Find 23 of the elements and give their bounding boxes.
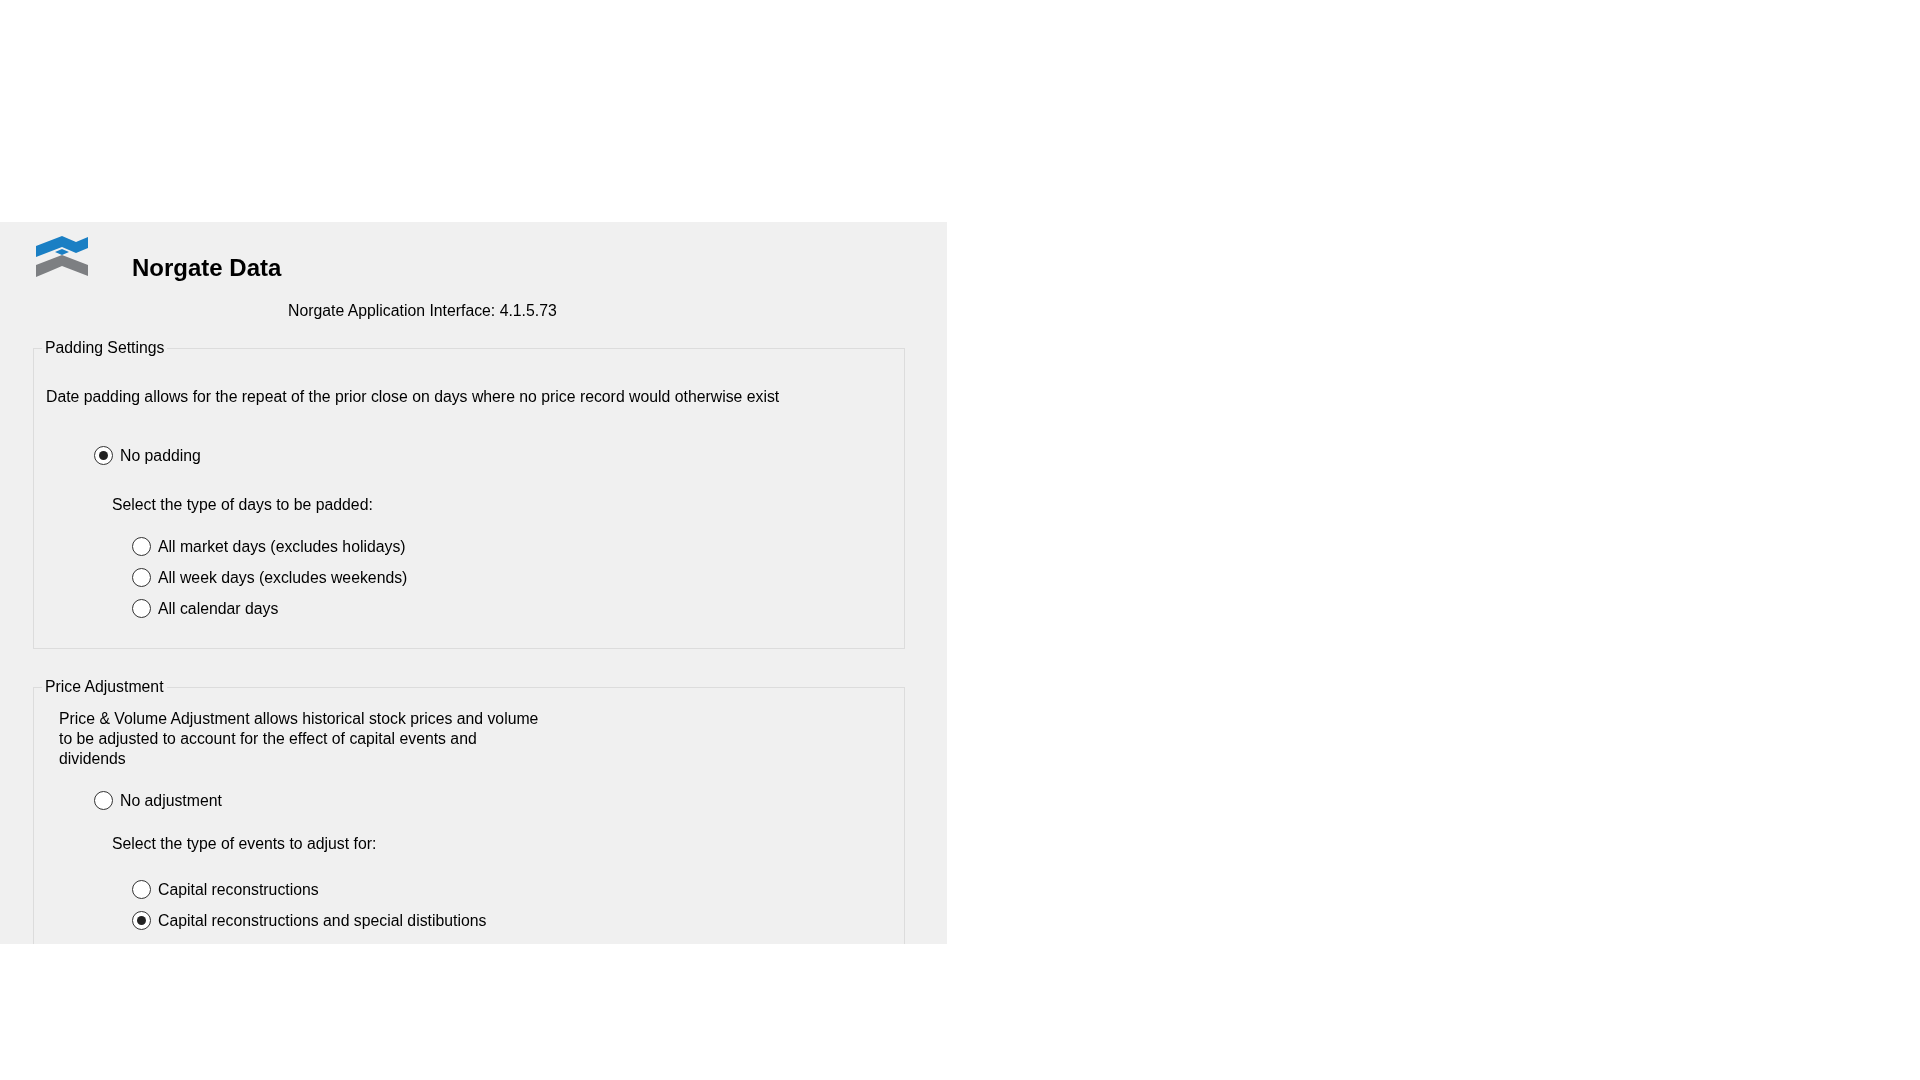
radio-label[interactable]: Capital reconstructions and special distibutions: [158, 911, 487, 930]
description-text: Date padding allows for the repeat of the prior close on days where no price record would otherwise exist: [46, 387, 781, 407]
radio-button[interactable]: [132, 568, 151, 587]
radio-button[interactable]: [132, 911, 151, 930]
options-label: Select the type of events to adjust for:: [112, 835, 378, 853]
radio-button[interactable]: [94, 791, 113, 810]
group-title: Padding Settings: [42, 339, 168, 357]
radio-button[interactable]: [132, 599, 151, 618]
radio-button[interactable]: [132, 537, 151, 556]
radio-label[interactable]: Capital reconstructions: [158, 880, 319, 899]
description-text: Price & Volume Adjustment allows historical stock prices and volume to be adjusted to account for the effect of capital events and dividends: [59, 709, 539, 769]
version-text: Norgate Application Interface: 4.1.5.73: [288, 302, 557, 320]
radio-button[interactable]: [132, 880, 151, 899]
radio-label[interactable]: No padding: [120, 446, 201, 465]
radio-label[interactable]: No adjustment: [120, 791, 222, 810]
options-label: Select the type of days to be padded:: [112, 496, 374, 514]
radio-label[interactable]: All calendar days: [158, 599, 279, 618]
radio-button[interactable]: [94, 446, 113, 465]
radio-label[interactable]: All week days (excludes weekends): [158, 568, 408, 587]
app-title: Norgate Data: [132, 254, 282, 282]
group-title: Price Adjustment: [42, 678, 167, 696]
logo-icon: [36, 234, 88, 278]
radio-label[interactable]: All market days (excludes holidays): [158, 537, 406, 556]
